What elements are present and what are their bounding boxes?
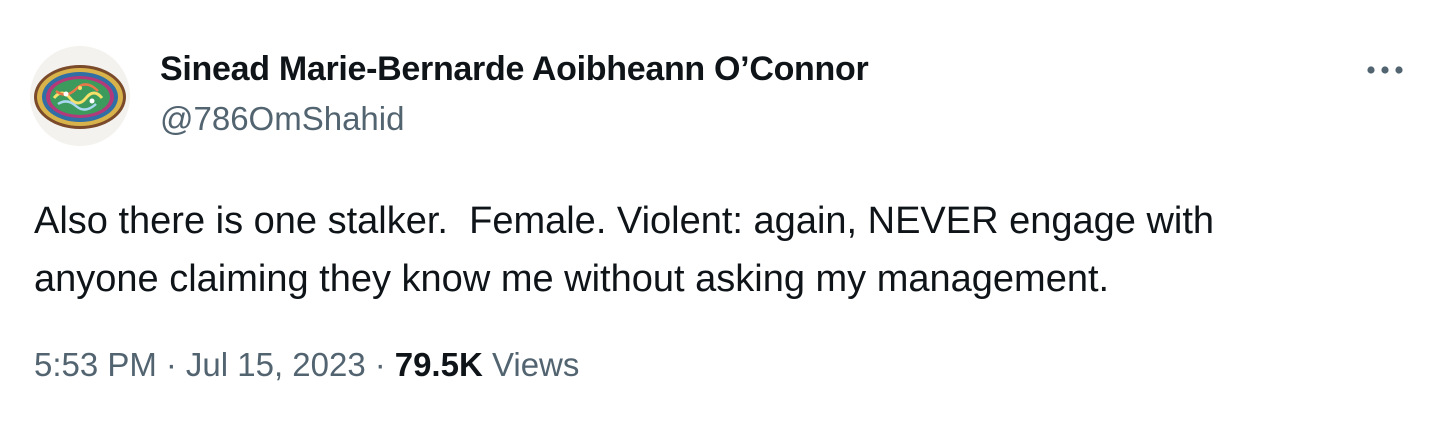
display-name[interactable]: Sinead Marie-Bernarde Aoibheann O’Connor <box>160 50 869 89</box>
more-options-button[interactable] <box>1362 52 1408 88</box>
ellipsis-icon <box>1367 66 1403 74</box>
tweet-meta: 5:53 PM · Jul 15, 2023 · 79.5K Views <box>34 346 579 384</box>
tweet-time[interactable]: 5:53 PM <box>34 346 157 383</box>
views-label: Views <box>491 346 580 383</box>
user-handle[interactable]: @786OmShahid <box>160 100 404 138</box>
separator-dot: · <box>374 346 386 383</box>
tweet-card: Sinead Marie-Bernarde Aoibheann O’Connor… <box>0 0 1440 423</box>
separator-dot: · <box>165 346 177 383</box>
tweet-text: Also there is one stalker. Female. Viole… <box>34 200 1215 300</box>
avatar[interactable] <box>30 46 130 146</box>
views-count[interactable]: 79.5K <box>395 346 483 383</box>
tweet-date[interactable]: Jul 15, 2023 <box>186 346 366 383</box>
calligraphy-emblem-icon <box>30 46 130 146</box>
